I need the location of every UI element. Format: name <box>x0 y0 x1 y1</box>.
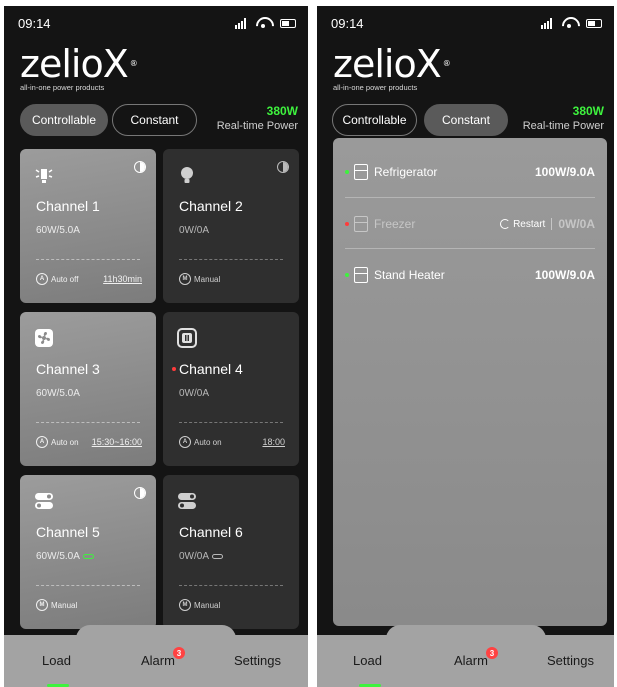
channel-card-3[interactable]: Channel 3 60W/5.0A A Auto on 15:30~16:00 <box>20 312 156 466</box>
channel-power: 60W/5.0A <box>36 225 80 236</box>
schedule-time[interactable]: 18:00 <box>262 437 285 447</box>
schedule-time[interactable]: 15:30~16:00 <box>92 437 142 447</box>
brand-logo: zelioX ® all-in-one power products <box>333 42 451 92</box>
channel-name: Channel 2 <box>179 198 243 214</box>
brand-logo: zelioX ® all-in-one power products <box>20 42 138 92</box>
tab-settings[interactable]: Settings <box>234 653 281 668</box>
restart-button[interactable]: Restart <box>500 219 545 230</box>
mode-toggle-icon[interactable] <box>134 487 146 499</box>
tab-alarm[interactable]: Alarm 3 <box>454 647 498 668</box>
status-dot <box>345 222 349 226</box>
channel-power: 0W/0A <box>179 225 210 236</box>
channel-power: 60W/5.0A <box>36 551 94 562</box>
channel-power: 0W/0A <box>179 551 224 562</box>
list-item[interactable]: Refrigerator 100W/9.0A <box>333 146 607 198</box>
fan-icon <box>35 329 53 347</box>
socket-icon <box>177 328 197 348</box>
tab-load[interactable]: Load <box>42 653 71 668</box>
status-bar: 09:14 <box>18 14 296 32</box>
channel-name: Channel 4 <box>179 361 243 377</box>
auto-mode-icon: A <box>36 436 48 448</box>
wifi-icon <box>562 17 576 29</box>
tab-controllable[interactable]: Controllable <box>20 104 108 136</box>
channel-power: 60W/5.0A <box>36 388 80 399</box>
switch-icon <box>35 493 53 509</box>
realtime-power: 380W Real-time Power <box>216 104 298 132</box>
tab-controllable[interactable]: Controllable <box>332 104 417 136</box>
light-bulb-icon <box>181 167 193 183</box>
restart-icon <box>500 219 511 229</box>
bottom-tab-bar: Load Alarm 3 Settings <box>4 635 308 687</box>
manual-mode-icon: M <box>179 273 191 285</box>
list-item[interactable]: Stand Heater 100W/9.0A <box>333 249 607 301</box>
wifi-icon <box>256 17 270 29</box>
signal-icon <box>541 17 552 29</box>
battery-icon <box>586 18 602 28</box>
list-item[interactable]: Freezer Restart 0W/0A <box>333 198 607 250</box>
mode-label: M Manual <box>179 599 220 611</box>
auto-mode-icon: A <box>179 436 191 448</box>
channel-card-5[interactable]: Channel 5 60W/5.0A M Manual <box>20 475 156 629</box>
tab-load[interactable]: Load <box>353 653 382 668</box>
link-icon <box>212 554 224 559</box>
mode-label: A Auto on <box>36 436 79 448</box>
status-time: 09:14 <box>18 15 51 31</box>
channel-card-1[interactable]: Channel 1 60W/5.0A A Auto off 11h30min <box>20 149 156 303</box>
channel-name: Channel 6 <box>179 524 243 540</box>
alarm-count-badge: 3 <box>172 647 185 659</box>
heater-icon <box>354 267 368 283</box>
alarm-count-badge: 3 <box>485 647 498 659</box>
manual-mode-icon: M <box>179 599 191 611</box>
alert-dot <box>172 367 176 371</box>
channel-name: Channel 5 <box>36 524 100 540</box>
switch-icon <box>178 493 196 509</box>
manual-mode-icon: M <box>36 599 48 611</box>
mode-label: M Manual <box>179 273 220 285</box>
tab-constant[interactable]: Constant <box>424 104 508 136</box>
channel-power: 0W/0A <box>179 388 210 399</box>
mode-toggle-icon[interactable] <box>134 161 146 173</box>
battery-icon <box>280 18 296 28</box>
realtime-power: 380W Real-time Power <box>522 104 604 132</box>
controllable-screen: 09:14 zelioX ® all-in-one power products … <box>4 6 308 687</box>
signal-icon <box>235 17 246 29</box>
auto-mode-icon: A <box>36 273 48 285</box>
constant-screen: 09:14 zelioX ® all-in-one power products … <box>317 6 614 687</box>
mode-label: A Auto on <box>179 436 222 448</box>
link-icon <box>82 554 94 559</box>
tab-constant[interactable]: Constant <box>112 104 197 136</box>
channel-card-4[interactable]: Channel 4 0W/0A A Auto on 18:00 <box>163 312 299 466</box>
light-bulb-on-icon <box>35 169 53 183</box>
tab-settings[interactable]: Settings <box>547 653 594 668</box>
channel-name: Channel 1 <box>36 198 100 214</box>
mode-label: A Auto off <box>36 273 78 285</box>
tab-alarm[interactable]: Alarm 3 <box>141 647 185 668</box>
status-dot <box>345 170 349 174</box>
freezer-icon <box>354 216 368 232</box>
channel-card-6[interactable]: Channel 6 0W/0A M Manual <box>163 475 299 629</box>
status-bar: 09:14 <box>331 14 602 32</box>
refrigerator-icon <box>354 164 368 180</box>
bottom-tab-bar: Load Alarm 3 Settings <box>317 635 614 687</box>
schedule-time[interactable]: 11h30min <box>103 274 142 284</box>
channel-card-2[interactable]: Channel 2 0W/0A M Manual <box>163 149 299 303</box>
channel-name: Channel 3 <box>36 361 100 377</box>
mode-toggle-icon[interactable] <box>277 161 289 173</box>
constant-load-list: Refrigerator 100W/9.0A Freezer Restart 0… <box>333 138 607 626</box>
status-time: 09:14 <box>331 15 364 31</box>
status-dot <box>345 273 349 277</box>
mode-label: M Manual <box>36 599 77 611</box>
